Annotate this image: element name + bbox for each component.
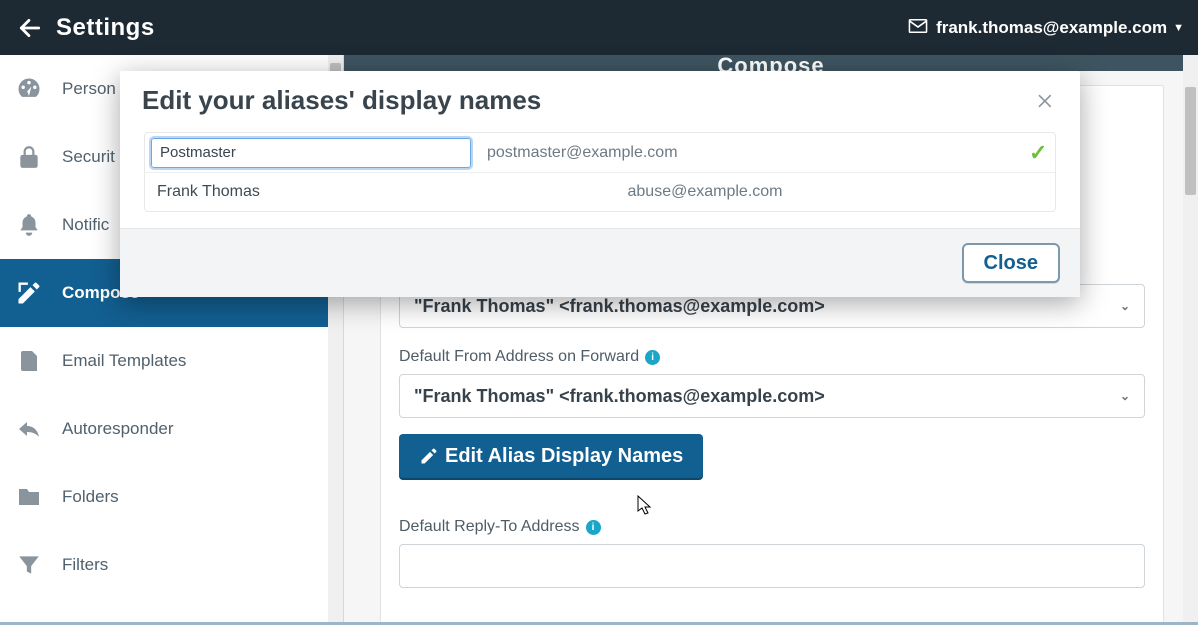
sidebar-item-label: Autoresponder — [62, 419, 174, 439]
forward-from-value: "Frank Thomas" <frank.thomas@example.com… — [414, 386, 825, 407]
alias-email: postmaster@example.com — [487, 144, 1019, 162]
page-title: Settings — [56, 14, 155, 42]
reply-to-label: Default Reply-To Address i — [399, 518, 1145, 536]
chevron-down-icon: ⌄ — [1120, 299, 1130, 313]
sidebar-item-label: Folders — [62, 487, 119, 507]
bell-icon — [14, 210, 44, 240]
default-from-value: "Frank Thomas" <frank.thomas@example.com… — [414, 296, 825, 317]
lock-icon — [14, 142, 44, 172]
edit-aliases-modal: Edit your aliases' display names postmas… — [120, 71, 1080, 297]
gauge-icon — [14, 74, 44, 104]
alias-name-input[interactable] — [151, 138, 471, 168]
sidebar-item-filters[interactable]: Filters — [0, 531, 343, 599]
back-button[interactable] — [14, 12, 46, 44]
alias-name: Frank Thomas — [153, 183, 473, 201]
filter-icon — [14, 550, 44, 580]
main-scrollbar-thumb[interactable] — [1185, 87, 1196, 195]
topbar: Settings frank.thomas@example.com ▼ — [0, 0, 1198, 55]
reply-to-input[interactable] — [399, 544, 1145, 588]
main-scrollbar[interactable] — [1183, 55, 1198, 625]
caret-down-icon: ▼ — [1173, 22, 1184, 34]
info-icon[interactable]: i — [586, 520, 601, 535]
sidebar-item-folders[interactable]: Folders — [0, 463, 343, 531]
edit-icon — [419, 446, 439, 466]
alias-email: abuse@example.com — [483, 183, 1047, 201]
sidebar-item-label: Person — [62, 79, 116, 99]
modal-close-button[interactable] — [1034, 89, 1058, 113]
alias-row: postmaster@example.com ✓ — [144, 132, 1056, 172]
modal-title: Edit your aliases' display names — [142, 85, 541, 116]
sidebar-item-label: Email Templates — [62, 351, 186, 371]
sidebar-item-label: Filters — [62, 555, 108, 575]
alias-row[interactable]: Frank Thomas abuse@example.com — [144, 172, 1056, 212]
chevron-down-icon: ⌄ — [1120, 389, 1130, 403]
forward-from-select[interactable]: "Frank Thomas" <frank.thomas@example.com… — [399, 374, 1145, 418]
arrow-left-icon — [17, 15, 43, 41]
reply-icon — [14, 414, 44, 444]
edit-alias-display-names-button[interactable]: Edit Alias Display Names — [399, 434, 703, 478]
info-icon[interactable]: i — [645, 350, 660, 365]
sidebar-item-autoresponder[interactable]: Autoresponder — [0, 395, 343, 463]
close-icon — [1036, 91, 1056, 111]
section-banner: Compose — [344, 55, 1198, 71]
sidebar-item-label: Notific — [62, 215, 109, 235]
check-icon[interactable]: ✓ — [1029, 140, 1055, 166]
document-icon — [14, 346, 44, 376]
close-button[interactable]: Close — [962, 243, 1060, 283]
sidebar-item-email-templates[interactable]: Email Templates — [0, 327, 343, 395]
account-email: frank.thomas@example.com — [936, 18, 1167, 38]
forward-from-label: Default From Address on Forward i — [399, 348, 1145, 366]
sidebar-item-label: Securit — [62, 147, 115, 167]
account-menu[interactable]: frank.thomas@example.com ▼ — [908, 18, 1184, 38]
compose-icon — [14, 278, 44, 308]
folder-icon — [14, 482, 44, 512]
mail-icon — [908, 18, 928, 38]
